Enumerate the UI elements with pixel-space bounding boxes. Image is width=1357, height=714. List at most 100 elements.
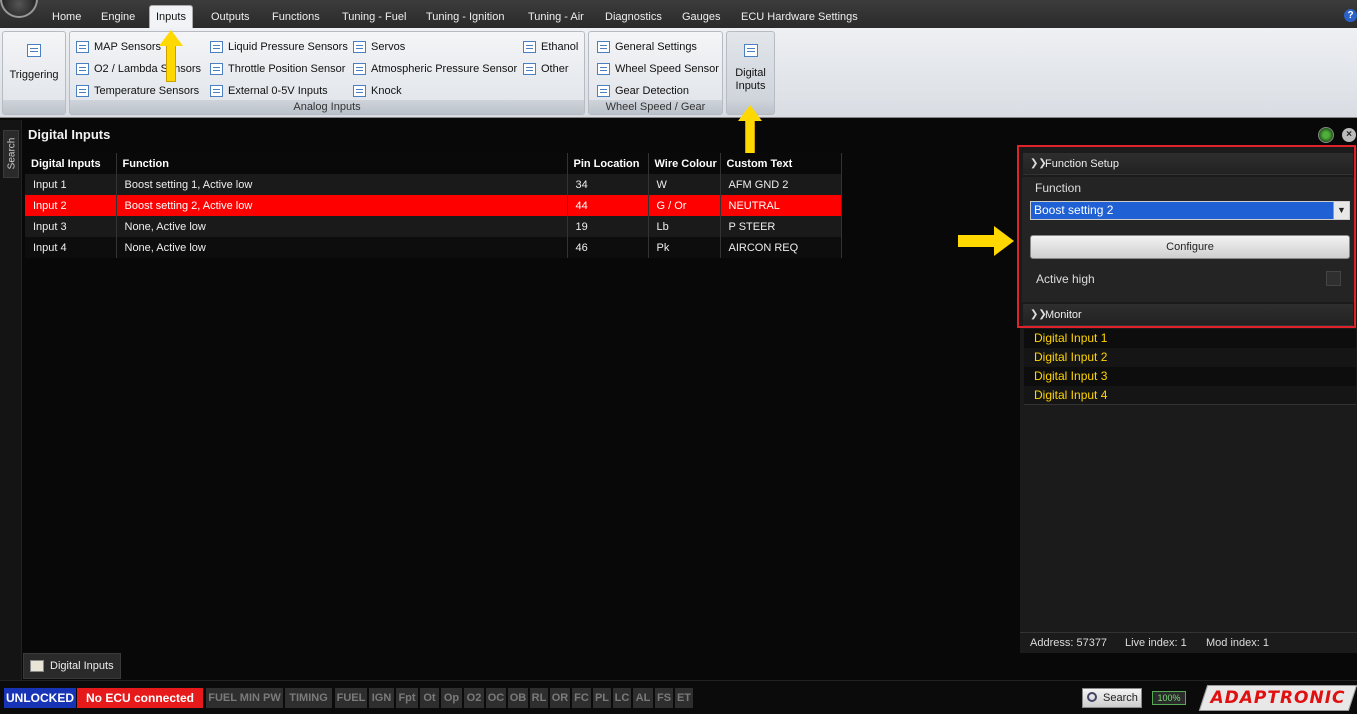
cell-wire[interactable]: Lb: [648, 216, 721, 237]
search-side-tab-label: Search: [6, 137, 18, 170]
status-flag: OR: [550, 688, 570, 708]
wheel-speed-sensor-button[interactable]: Wheel Speed Sensor: [597, 60, 719, 78]
ecu-connection-badge[interactable]: No ECU connected: [77, 688, 203, 708]
status-flag: FUEL: [335, 688, 367, 708]
address-readout: Address: 57377: [1030, 637, 1108, 649]
analog-inputs-group-title: Analog Inputs: [70, 100, 584, 114]
o2-lambda-sensors-label: O2 / Lambda Sensors: [94, 63, 202, 75]
annotation-arrow-up-icon: [159, 30, 183, 82]
right-footer: Address: 57377 Live index: 1 Mod index: …: [1020, 632, 1357, 653]
digital-inputs-ribbon-button[interactable]: Digital Inputs: [727, 44, 774, 93]
cell-function[interactable]: None, Active low: [116, 237, 568, 258]
cell-input[interactable]: Input 4: [25, 237, 117, 258]
col-wire-colour[interactable]: Wire Colour: [648, 153, 721, 174]
monitor-item: Digital Input 1: [1024, 329, 1356, 348]
list-icon: [743, 44, 758, 57]
table-row-selected[interactable]: Input 2 Boost setting 2, Active low 44 G…: [25, 195, 842, 216]
menu-home[interactable]: Home: [46, 6, 87, 28]
app-window: Home Engine Inputs Outputs Functions Tun…: [0, 0, 1357, 714]
document-icon: [30, 660, 44, 672]
external-0-5v-inputs-button[interactable]: External 0-5V Inputs: [210, 82, 328, 100]
list-icon: [523, 41, 536, 53]
digital-inputs-ribbon-label-2: Inputs: [735, 80, 766, 92]
map-sensors-button[interactable]: MAP Sensors: [76, 38, 161, 56]
col-digital-inputs[interactable]: Digital Inputs: [25, 153, 117, 174]
menu-tuning-ignition[interactable]: Tuning - Ignition: [420, 6, 510, 28]
cell-custom[interactable]: AFM GND 2: [720, 174, 842, 195]
cell-input[interactable]: Input 1: [25, 174, 117, 195]
side-strip: Search: [0, 120, 22, 680]
list-icon: [597, 41, 610, 53]
atmospheric-pressure-sensor-button[interactable]: Atmospheric Pressure Sensor: [353, 60, 517, 78]
list-icon: [210, 41, 223, 53]
cell-pin[interactable]: 34: [567, 174, 649, 195]
unlocked-badge[interactable]: UNLOCKED: [4, 688, 76, 708]
cell-custom[interactable]: NEUTRAL: [720, 195, 842, 216]
triggering-button[interactable]: Triggering: [5, 44, 63, 82]
servos-label: Servos: [371, 41, 406, 53]
temperature-sensors-button[interactable]: Temperature Sensors: [76, 82, 199, 100]
ethanol-button[interactable]: Ethanol: [523, 38, 578, 56]
status-flag: FS: [655, 688, 673, 708]
list-icon: [353, 41, 366, 53]
ribbon: Triggering MAP Sensors O2 / Lambda Senso…: [0, 28, 1357, 118]
cell-function[interactable]: Boost setting 1, Active low: [116, 174, 568, 195]
status-flag: Op: [441, 688, 462, 708]
cell-function[interactable]: Boost setting 2, Active low: [116, 195, 568, 216]
battery-icon: 100%: [1152, 691, 1186, 705]
col-pin-location[interactable]: Pin Location: [567, 153, 649, 174]
cell-wire[interactable]: W: [648, 174, 721, 195]
menu-inputs[interactable]: Inputs: [149, 5, 193, 29]
document-tab-digital-inputs[interactable]: Digital Inputs: [23, 653, 121, 679]
search-button[interactable]: Search: [1082, 688, 1142, 708]
cell-custom[interactable]: P STEER: [720, 216, 842, 237]
monitor-item: Digital Input 3: [1024, 367, 1356, 386]
menu-diagnostics[interactable]: Diagnostics: [599, 6, 668, 28]
gear-detection-button[interactable]: Gear Detection: [597, 82, 689, 100]
general-settings-button[interactable]: General Settings: [597, 38, 697, 56]
col-custom-text[interactable]: Custom Text: [720, 153, 842, 174]
status-flag: Fpt: [396, 688, 418, 708]
status-flag: Ot: [420, 688, 439, 708]
cell-pin[interactable]: 19: [567, 216, 649, 237]
menu-tuning-fuel[interactable]: Tuning - Fuel: [336, 6, 412, 28]
app-logo-icon[interactable]: [0, 0, 38, 18]
page-title: Digital Inputs: [28, 127, 111, 142]
cell-custom[interactable]: AIRCON REQ: [720, 237, 842, 258]
cell-wire[interactable]: G / Or: [648, 195, 721, 216]
menu-tuning-air[interactable]: Tuning - Air: [522, 6, 590, 28]
cell-pin[interactable]: 44: [567, 195, 649, 216]
menu-outputs[interactable]: Outputs: [205, 6, 256, 28]
other-button[interactable]: Other: [523, 60, 569, 78]
knock-button[interactable]: Knock: [353, 82, 402, 100]
cell-wire[interactable]: Pk: [648, 237, 721, 258]
cell-function[interactable]: None, Active low: [116, 216, 568, 237]
ribbon-group-wheel-speed-gear: General Settings Wheel Speed Sensor Gear…: [588, 31, 723, 115]
search-side-tab[interactable]: Search: [3, 130, 19, 178]
gauge-icon[interactable]: [1318, 127, 1334, 143]
throttle-position-sensor-button[interactable]: Throttle Position Sensor: [210, 60, 345, 78]
cell-input[interactable]: Input 2: [25, 195, 117, 216]
help-icon[interactable]: ?: [1344, 9, 1357, 22]
table-row[interactable]: Input 4 None, Active low 46 Pk AIRCON RE…: [25, 237, 842, 258]
table-row[interactable]: Input 1 Boost setting 1, Active low 34 W…: [25, 174, 842, 195]
liquid-pressure-sensors-button[interactable]: Liquid Pressure Sensors: [210, 38, 348, 56]
servos-button[interactable]: Servos: [353, 38, 405, 56]
ribbon-group-triggering: Triggering: [2, 31, 66, 115]
menu-gauges[interactable]: Gauges: [676, 6, 727, 28]
table-row[interactable]: Input 3 None, Active low 19 Lb P STEER: [25, 216, 842, 237]
monitor-item: Digital Input 4: [1024, 386, 1356, 405]
map-sensors-label: MAP Sensors: [94, 41, 162, 53]
status-bar: UNLOCKED No ECU connected FUEL MIN PW TI…: [0, 680, 1357, 714]
gear-detection-label: Gear Detection: [615, 85, 689, 97]
menu-engine[interactable]: Engine: [95, 6, 141, 28]
cell-input[interactable]: Input 3: [25, 216, 117, 237]
status-flag: LC: [613, 688, 631, 708]
col-function[interactable]: Function: [116, 153, 568, 174]
menu-functions[interactable]: Functions: [266, 6, 326, 28]
cell-pin[interactable]: 46: [567, 237, 649, 258]
document-tab-label: Digital Inputs: [50, 660, 114, 672]
close-icon[interactable]: ×: [1342, 128, 1356, 142]
o2-lambda-sensors-button[interactable]: O2 / Lambda Sensors: [76, 60, 201, 78]
menu-ecu-hardware-settings[interactable]: ECU Hardware Settings: [735, 6, 864, 28]
